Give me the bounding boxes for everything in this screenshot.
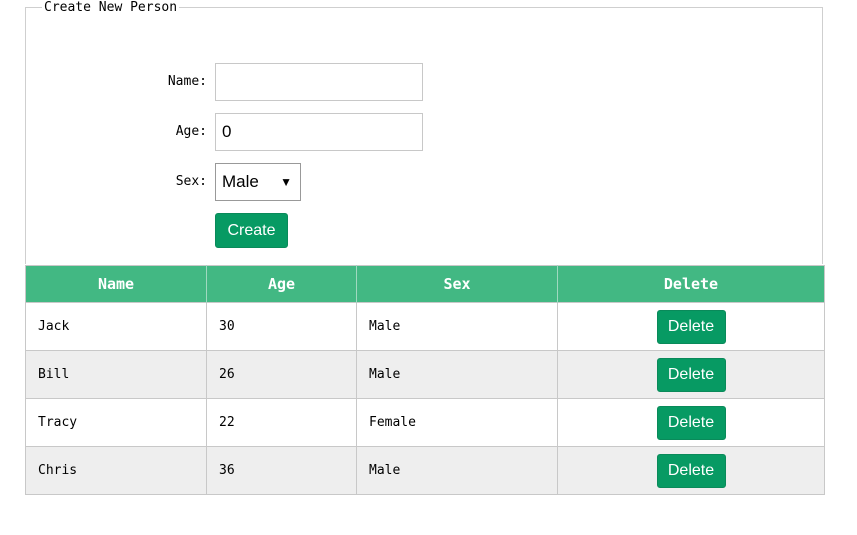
table-row: Jack 30 Male Delete — [25, 302, 825, 351]
age-input[interactable]: 0 — [215, 113, 423, 151]
cell-sex: Female — [356, 398, 558, 447]
cell-delete: Delete — [557, 446, 825, 495]
cell-age: 22 — [206, 398, 357, 447]
sex-select[interactable]: Male ▼ — [215, 163, 301, 201]
create-person-form: Create New Person Name: Age: 0 Sex: Male… — [25, 0, 823, 264]
cell-sex: Male — [356, 446, 558, 495]
cell-sex: Male — [356, 302, 558, 351]
table-row: Tracy 22 Female Delete — [25, 398, 825, 447]
header-delete: Delete — [557, 265, 825, 303]
sex-label: Sex: — [175, 174, 207, 189]
age-label: Age: — [175, 124, 207, 139]
cell-name: Bill — [25, 350, 207, 399]
cell-delete: Delete — [557, 398, 825, 447]
chevron-down-icon: ▼ — [280, 175, 292, 189]
cell-name: Chris — [25, 446, 207, 495]
sex-select-value: Male — [222, 172, 259, 191]
cell-age: 26 — [206, 350, 357, 399]
delete-button[interactable]: Delete — [656, 405, 726, 440]
table-header-row: Name Age Sex Delete — [25, 265, 825, 303]
table-row: Bill 26 Male Delete — [25, 350, 825, 399]
form-legend: Create New Person — [44, 0, 178, 15]
cell-name: Tracy — [25, 398, 207, 447]
cell-delete: Delete — [557, 350, 825, 399]
header-sex: Sex — [356, 265, 558, 303]
header-name: Name — [25, 265, 207, 303]
cell-age: 30 — [206, 302, 357, 351]
create-button[interactable]: Create — [215, 213, 288, 248]
cell-age: 36 — [206, 446, 357, 495]
name-label: Name: — [167, 74, 207, 89]
people-table: Name Age Sex Delete Jack 30 Male Delete … — [25, 265, 825, 495]
cell-delete: Delete — [557, 302, 825, 351]
table-row: Chris 36 Male Delete — [25, 446, 825, 495]
name-input[interactable] — [215, 63, 423, 101]
cell-sex: Male — [356, 350, 558, 399]
delete-button[interactable]: Delete — [656, 357, 726, 392]
delete-button[interactable]: Delete — [656, 453, 726, 488]
cell-name: Jack — [25, 302, 207, 351]
delete-button[interactable]: Delete — [656, 309, 726, 344]
header-age: Age — [206, 265, 357, 303]
